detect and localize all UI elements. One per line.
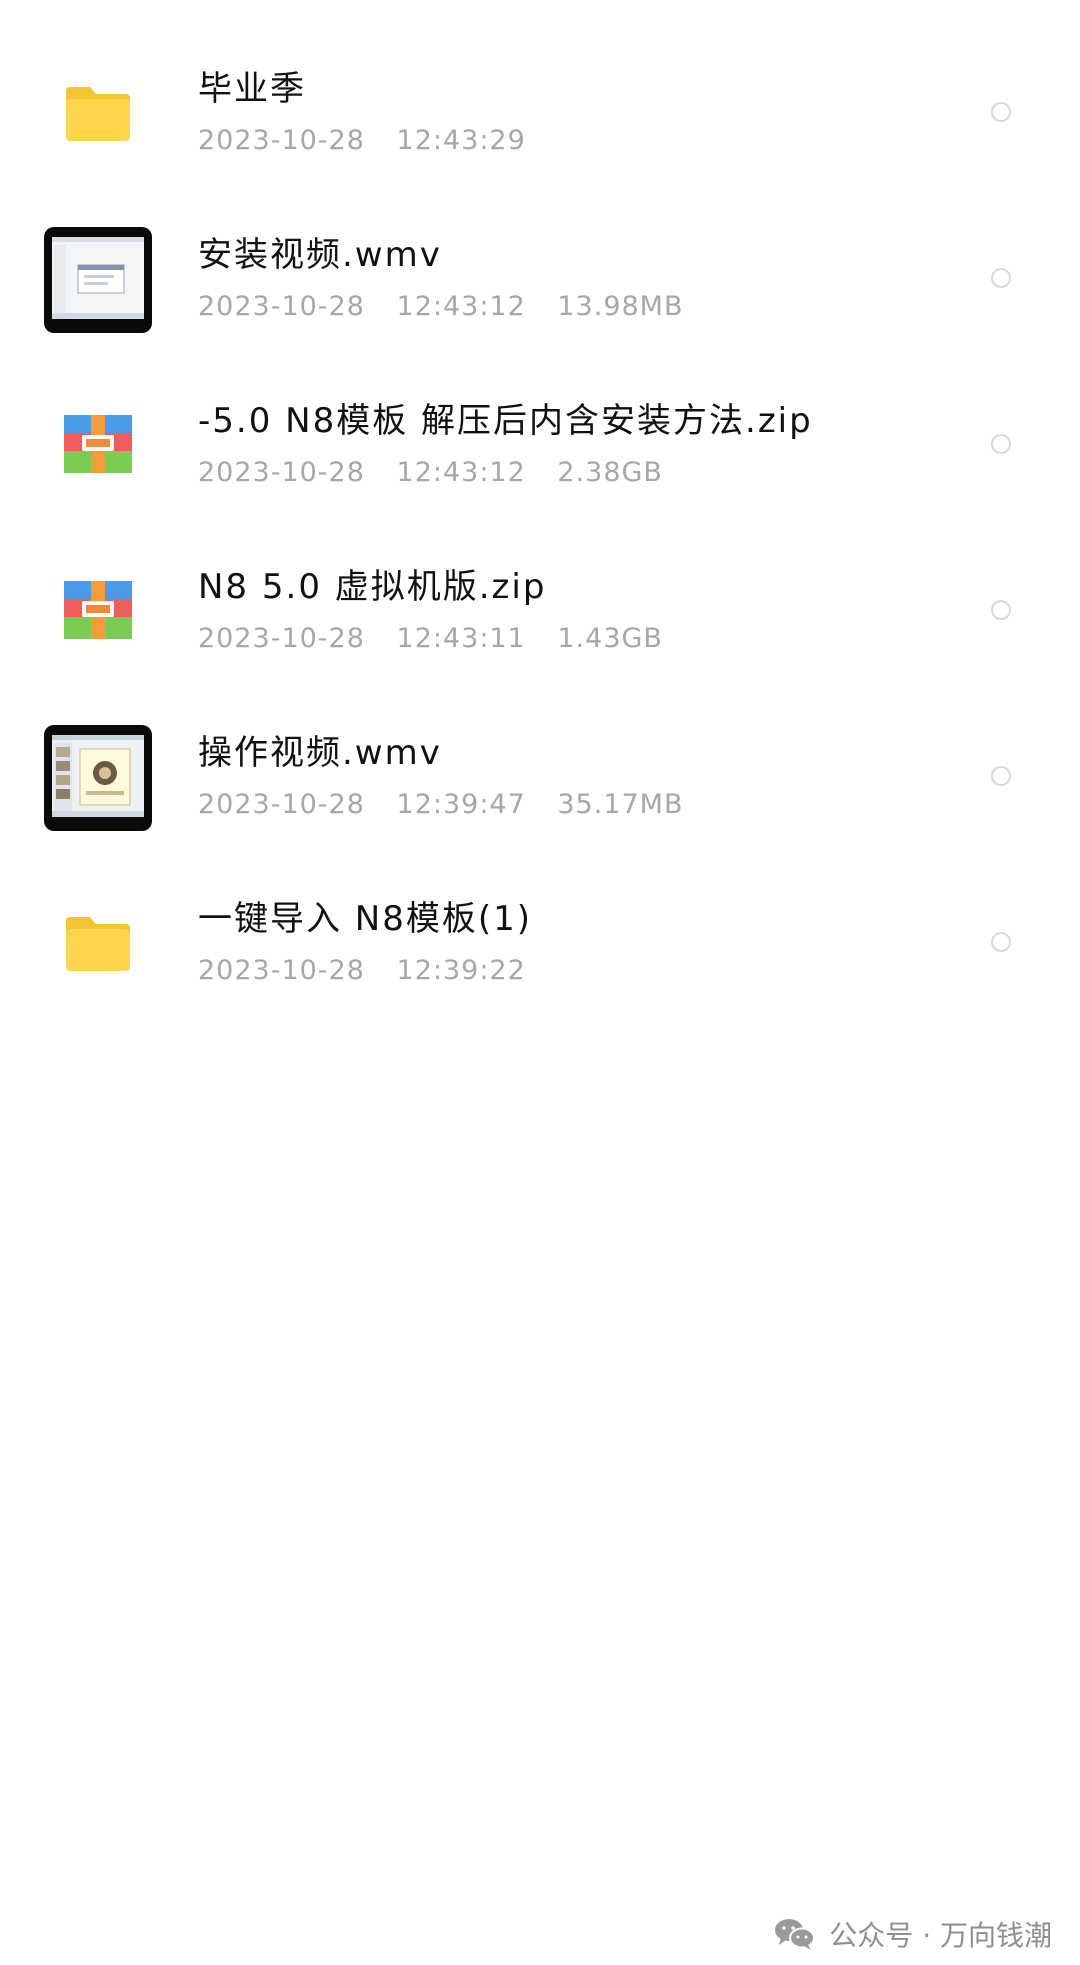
- wechat-icon: [775, 1919, 816, 1950]
- file-item-operation-video[interactable]: 操作视频.wmv 2023-10-28 12:39:47 35.17MB: [0, 695, 1080, 861]
- file-name: -5.0 N8模板 解压后内含安装方法.zip: [198, 401, 813, 441]
- file-meta: 2023-10-28 12:43:11 1.43GB: [198, 623, 685, 654]
- file-time: 12:39:47: [396, 789, 526, 820]
- file-date: 2023-10-28: [198, 125, 365, 156]
- file-time: 12:43:12: [396, 291, 526, 322]
- file-date: 2023-10-28: [198, 623, 365, 654]
- file-name: 毕业季: [198, 69, 306, 109]
- file-time: 12:43:29: [396, 125, 526, 156]
- file-item-n8-template-zip[interactable]: -5.0 N8模板 解压后内含安装方法.zip 2023-10-28 12:43…: [0, 363, 1080, 529]
- watermark: 公众号 · 万向钱潮: [773, 1914, 1052, 1954]
- file-name: 安装视频.wmv: [198, 235, 442, 275]
- file-meta: 2023-10-28 12:39:22: [198, 955, 548, 986]
- file-name: N8 5.0 虚拟机版.zip: [198, 567, 547, 607]
- file-time: 12:43:11: [396, 623, 526, 654]
- select-checkbox[interactable]: [991, 932, 1011, 952]
- file-date: 2023-10-28: [198, 955, 365, 986]
- file-item-n8-vm-zip[interactable]: N8 5.0 虚拟机版.zip 2023-10-28 12:43:11 1.43…: [0, 529, 1080, 695]
- select-checkbox[interactable]: [991, 268, 1011, 288]
- select-checkbox[interactable]: [991, 434, 1011, 454]
- select-checkbox[interactable]: [991, 766, 1011, 786]
- file-name: 操作视频.wmv: [198, 733, 442, 773]
- file-date: 2023-10-28: [198, 789, 365, 820]
- file-meta: 2023-10-28 12:43:12 2.38GB: [198, 457, 685, 488]
- file-time: 12:39:22: [396, 955, 526, 986]
- file-item-install-video[interactable]: 安装视频.wmv 2023-10-28 12:43:12 13.98MB: [0, 197, 1080, 363]
- video-thumbnail-icon: [44, 225, 152, 333]
- folder-icon: [44, 889, 152, 997]
- file-date: 2023-10-28: [198, 291, 365, 322]
- file-item-one-click-import[interactable]: 一键导入 N8模板(1) 2023-10-28 12:39:22: [0, 861, 1080, 1027]
- file-size: 13.98MB: [557, 291, 684, 322]
- file-size: 35.17MB: [557, 789, 684, 820]
- file-time: 12:43:12: [396, 457, 526, 488]
- select-checkbox[interactable]: [991, 600, 1011, 620]
- watermark-text: 公众号 · 万向钱潮: [829, 1919, 1052, 1952]
- file-date: 2023-10-28: [198, 457, 365, 488]
- select-checkbox[interactable]: [991, 102, 1011, 122]
- folder-icon: [44, 59, 152, 167]
- zip-archive-icon: [44, 557, 152, 665]
- zip-archive-icon: [44, 391, 152, 499]
- file-meta: 2023-10-28 12:43:29: [198, 125, 548, 156]
- file-name: 一键导入 N8模板(1): [198, 899, 533, 939]
- file-meta: 2023-10-28 12:43:12 13.98MB: [198, 291, 706, 322]
- video-thumbnail-icon: [44, 723, 152, 831]
- file-size: 2.38GB: [557, 457, 663, 488]
- file-item-graduation-season[interactable]: 毕业季 2023-10-28 12:43:29: [0, 31, 1080, 197]
- file-size: 1.43GB: [557, 623, 663, 654]
- file-meta: 2023-10-28 12:39:47 35.17MB: [198, 789, 706, 820]
